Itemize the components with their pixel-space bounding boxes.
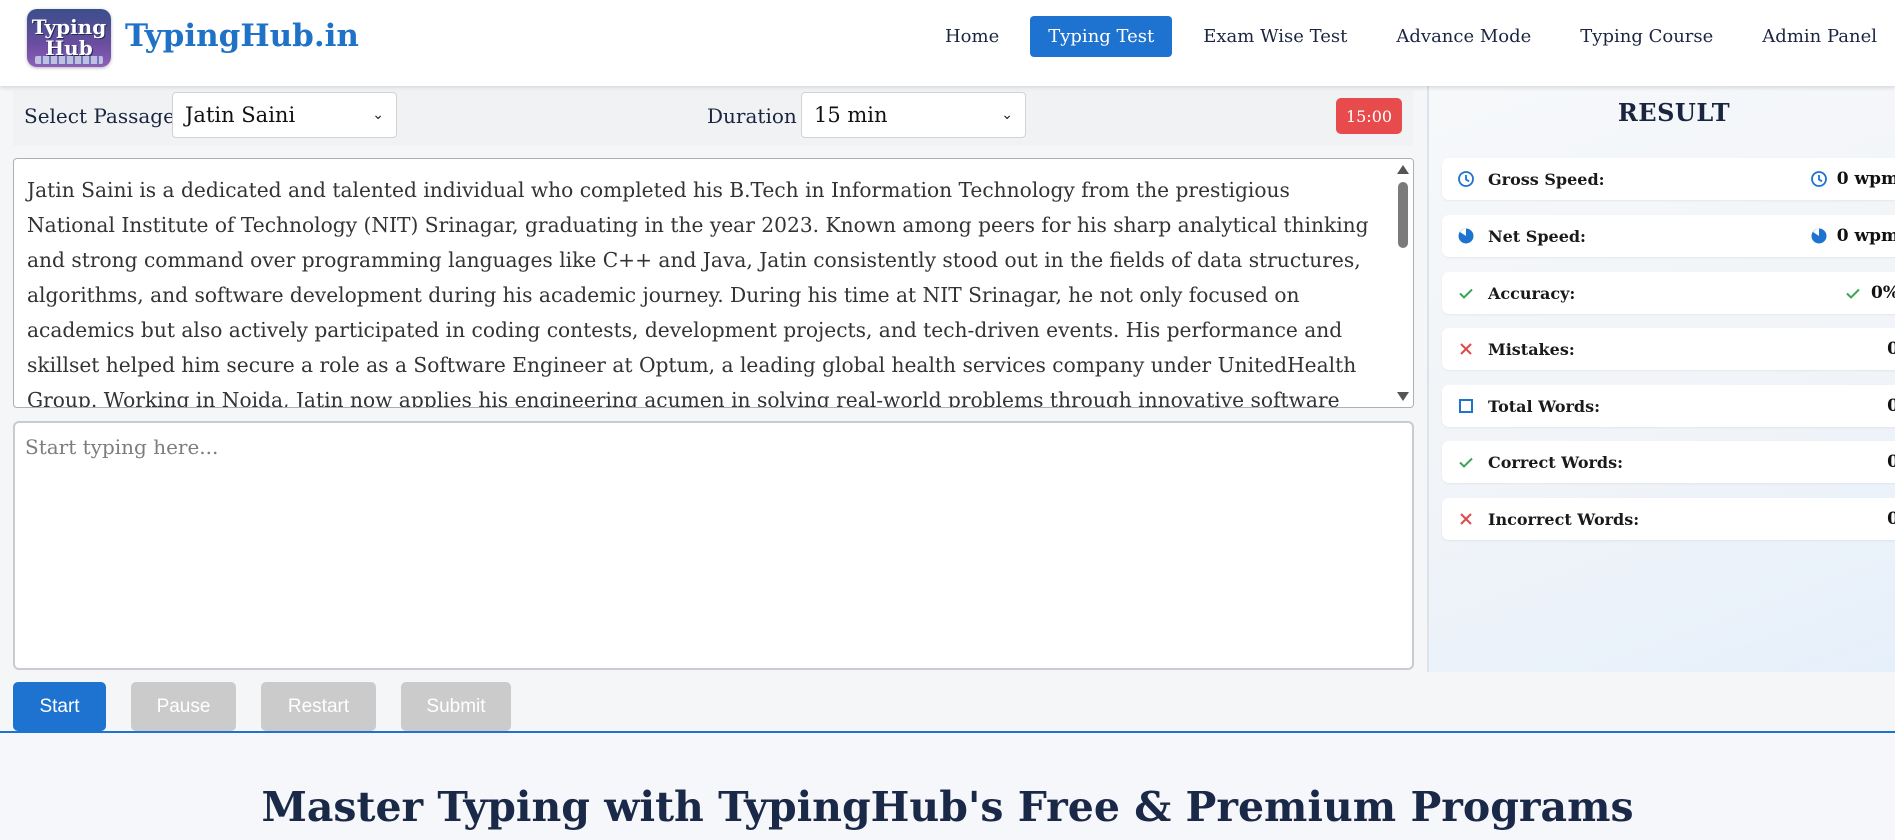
- passage-label: Select Passage: [24, 104, 175, 128]
- passage-text: Jatin Saini is a dedicated and talented …: [27, 178, 1369, 408]
- typing-input[interactable]: Start typing here...: [13, 421, 1414, 670]
- passage-scrollbar[interactable]: [1393, 159, 1413, 407]
- duration-label: Duration: [707, 104, 797, 128]
- countdown-timer: 15:00: [1336, 98, 1402, 134]
- nav-typing-course[interactable]: Typing Course: [1562, 16, 1731, 57]
- nav-admin-panel[interactable]: Admin Panel: [1744, 16, 1895, 57]
- restart-button[interactable]: Restart: [261, 682, 376, 731]
- stat-value: 0: [1887, 396, 1895, 416]
- stat-label: Incorrect Words:: [1488, 509, 1640, 529]
- stat-value: 0: [1887, 339, 1895, 359]
- keyboard-icon: [35, 56, 103, 64]
- logo-line-1: Typing: [31, 15, 107, 39]
- site-logo[interactable]: Typing Hub: [27, 9, 111, 67]
- gauge-icon: [1456, 226, 1476, 246]
- stat-label: Mistakes:: [1488, 339, 1575, 359]
- stat-label: Net Speed:: [1488, 226, 1586, 246]
- check-icon: [1843, 283, 1863, 303]
- stat-value: 0 wpm: [1836, 226, 1895, 246]
- stat-value: 0 wpm: [1836, 169, 1895, 189]
- pause-button[interactable]: Pause: [131, 682, 236, 731]
- square-icon: [1456, 396, 1476, 416]
- stat-value: 0%: [1871, 283, 1895, 303]
- nav-home[interactable]: Home: [927, 16, 1017, 57]
- stat-value: 0: [1887, 509, 1895, 529]
- passage-select-value: Jatin Saini: [185, 103, 296, 127]
- site-header: Typing Hub TypingHub.in Home Typing Test…: [0, 0, 1895, 86]
- scroll-up-arrow-icon[interactable]: [1397, 165, 1409, 174]
- stat-total-words: Total Words: 0: [1442, 385, 1895, 427]
- cross-icon: [1456, 339, 1476, 359]
- stat-accuracy: Accuracy: 0%: [1442, 272, 1895, 314]
- passage-select[interactable]: Jatin Saini ⌄: [172, 92, 397, 138]
- nav-advance-mode[interactable]: Advance Mode: [1378, 16, 1549, 57]
- chevron-down-icon: ⌄: [1001, 107, 1013, 123]
- nav-exam-wise-test[interactable]: Exam Wise Test: [1185, 16, 1365, 57]
- duration-select-value: 15 min: [814, 103, 888, 127]
- test-controls: Select Passage Jatin Saini ⌄ Duration 15…: [13, 90, 1413, 146]
- stat-correct-words: Correct Words: 0: [1442, 441, 1895, 483]
- passage-box[interactable]: Jatin Saini is a dedicated and talented …: [13, 158, 1414, 408]
- chevron-down-icon: ⌄: [372, 107, 384, 123]
- brand-name[interactable]: TypingHub.in: [125, 18, 359, 54]
- main-nav: Home Typing Test Exam Wise Test Advance …: [914, 16, 1895, 57]
- typing-placeholder: Start typing here...: [25, 435, 219, 459]
- cross-icon: [1456, 509, 1476, 529]
- check-icon: [1456, 452, 1476, 472]
- stat-label: Total Words:: [1488, 396, 1601, 416]
- scroll-down-arrow-icon[interactable]: [1397, 392, 1409, 401]
- stat-label: Accuracy:: [1488, 283, 1576, 303]
- programs-section: Master Typing with TypingHub's Free & Pr…: [0, 731, 1895, 840]
- result-title: RESULT: [1617, 98, 1731, 127]
- programs-heading: Master Typing with TypingHub's Free & Pr…: [261, 783, 1634, 831]
- check-icon: [1456, 283, 1476, 303]
- stat-gross-speed: Gross Speed: 0 wpm: [1442, 158, 1895, 200]
- duration-select[interactable]: 15 min ⌄: [801, 92, 1026, 138]
- nav-typing-test[interactable]: Typing Test: [1030, 16, 1173, 57]
- stat-label: Gross Speed:: [1488, 169, 1605, 189]
- result-panel: RESULT Gross Speed: 0 wpm Net Speed: 0 w…: [1427, 86, 1895, 672]
- stat-label: Correct Words:: [1488, 452, 1624, 472]
- clock-icon: [1456, 169, 1476, 189]
- clock-icon: [1809, 169, 1829, 189]
- stat-incorrect-words: Incorrect Words: 0: [1442, 498, 1895, 540]
- start-button[interactable]: Start: [13, 682, 106, 731]
- stat-net-speed: Net Speed: 0 wpm: [1442, 215, 1895, 257]
- scrollbar-thumb[interactable]: [1398, 182, 1408, 248]
- gauge-icon: [1809, 226, 1829, 246]
- stat-value: 0: [1887, 452, 1895, 472]
- submit-button[interactable]: Submit: [401, 682, 511, 731]
- stat-mistakes: Mistakes: 0: [1442, 328, 1895, 370]
